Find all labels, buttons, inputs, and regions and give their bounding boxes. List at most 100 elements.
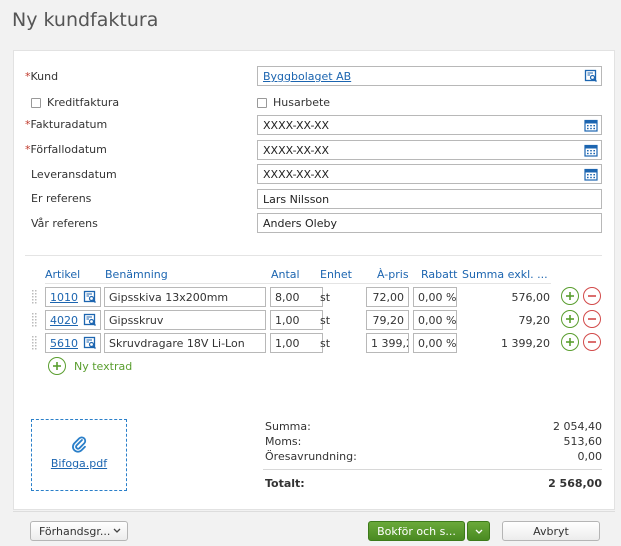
header-quantity[interactable]: Antal <box>271 268 300 281</box>
due-date-field[interactable]: XXXX-XX-XX <box>257 140 602 160</box>
unit-value: st <box>320 314 331 327</box>
customer-field[interactable]: Byggbolaget AB <box>257 66 602 86</box>
lookup-icon[interactable] <box>584 69 598 83</box>
description-field[interactable]: Gipsskruv <box>104 310 266 330</box>
our-reference-field[interactable]: Anders Oleby <box>257 213 602 233</box>
plus-icon <box>566 315 574 323</box>
article-field[interactable]: 1010 <box>45 287 101 307</box>
plus-icon <box>566 292 574 300</box>
quantity-field[interactable]: 1,00 <box>270 333 323 353</box>
article-field[interactable]: 4020 <box>45 310 101 330</box>
lookup-icon[interactable] <box>83 336 97 350</box>
add-text-row-label[interactable]: Ny textrad <box>74 360 132 373</box>
remove-row-button[interactable] <box>583 310 601 328</box>
your-reference-field[interactable]: Lars Nilsson <box>257 189 602 209</box>
article-link[interactable]: 1010 <box>50 291 78 304</box>
footer-bar: Förhandsgr... Bokför och s... Avbryt <box>13 511 615 546</box>
credit-invoice-label: Kreditfaktura <box>47 96 120 109</box>
remove-row-button[interactable] <box>583 287 601 305</box>
our-reference-value: Anders Oleby <box>263 217 337 230</box>
discount-field[interactable]: 0,00 % <box>413 287 457 307</box>
delivery-date-label: Leveransdatum <box>31 168 117 181</box>
invoice-date-label-text: Fakturadatum <box>30 118 108 131</box>
lookup-icon[interactable] <box>83 290 97 304</box>
your-reference-label: Er referens <box>31 192 92 205</box>
due-date-label: *Förfallodatum <box>25 143 107 156</box>
book-options-button[interactable] <box>467 521 490 541</box>
drag-handle-icon[interactable] <box>32 290 37 304</box>
header-unit[interactable]: Enhet <box>320 268 352 281</box>
paperclip-icon <box>72 436 87 453</box>
preview-button-label: Förhandsgr... <box>39 525 111 538</box>
customer-link[interactable]: Byggbolaget AB <box>263 70 351 83</box>
article-link[interactable]: 5610 <box>50 337 78 350</box>
article-field[interactable]: 5610 <box>45 333 101 353</box>
row-total: 1 399,20 <box>501 337 550 350</box>
divider <box>25 255 602 256</box>
row-total: 576,00 <box>511 291 551 304</box>
rounding-label: Öresavrundning: <box>265 450 357 463</box>
unit-price-field[interactable]: 1 399,2 <box>366 333 409 353</box>
chevron-down-icon <box>113 528 121 533</box>
your-reference-value: Lars Nilsson <box>263 193 330 206</box>
delivery-date-value: XXXX-XX-XX <box>263 168 330 181</box>
calendar-icon[interactable] <box>584 118 598 132</box>
unit-price-field[interactable]: 72,00 <box>366 287 409 307</box>
minus-icon <box>588 341 596 343</box>
total-label: Totalt: <box>265 477 305 490</box>
due-date-value: XXXX-XX-XX <box>263 144 330 157</box>
article-link[interactable]: 4020 <box>50 314 78 327</box>
remove-row-button[interactable] <box>583 333 601 351</box>
total-value: 2 568,00 <box>548 477 602 490</box>
calendar-icon[interactable] <box>584 167 598 181</box>
plus-icon <box>566 338 574 346</box>
delivery-date-field[interactable]: XXXX-XX-XX <box>257 164 602 184</box>
discount-field[interactable]: 0,00 % <box>413 333 457 353</box>
sum-label: Summa: <box>265 420 311 433</box>
header-total[interactable]: Summa exkl. ... <box>462 268 548 281</box>
rounding-value: 0,00 <box>577 450 603 463</box>
customer-label: *Kund <box>25 70 58 83</box>
header-divider <box>45 283 551 284</box>
add-row-button[interactable] <box>561 287 579 305</box>
quantity-field[interactable]: 8,00 <box>270 287 323 307</box>
book-and-send-button[interactable]: Bokför och s... <box>368 521 465 541</box>
vat-value: 513,60 <box>563 435 603 448</box>
summary-divider <box>263 469 602 470</box>
header-description[interactable]: Benämning <box>105 268 168 281</box>
unit-value: st <box>320 337 331 350</box>
minus-icon <box>588 318 596 320</box>
description-field[interactable]: Gipsskiva 13x200mm <box>104 287 266 307</box>
chevron-down-icon <box>475 529 483 534</box>
drag-handle-icon[interactable] <box>32 336 37 350</box>
description-field[interactable]: Skruvdragare 18V Li-Lon <box>104 333 266 353</box>
drag-handle-icon[interactable] <box>32 313 37 327</box>
vat-label: Moms: <box>265 435 302 448</box>
add-text-row-button[interactable] <box>48 357 66 375</box>
invoice-date-field[interactable]: XXXX-XX-XX <box>257 115 602 135</box>
sum-value: 2 054,40 <box>553 420 602 433</box>
cancel-button[interactable]: Avbryt <box>502 521 600 541</box>
invoice-date-value: XXXX-XX-XX <box>263 119 330 132</box>
credit-invoice-checkbox[interactable] <box>31 98 41 108</box>
quantity-field[interactable]: 1,00 <box>270 310 323 330</box>
add-row-button[interactable] <box>561 333 579 351</box>
rot-work-label: Husarbete <box>273 96 331 109</box>
plus-icon <box>53 362 61 370</box>
row-total: 79,20 <box>518 314 551 327</box>
discount-field[interactable]: 0,00 % <box>413 310 457 330</box>
preview-button[interactable]: Förhandsgr... <box>30 521 128 541</box>
header-article[interactable]: Artikel <box>45 268 80 281</box>
minus-icon <box>588 295 596 297</box>
calendar-icon[interactable] <box>584 143 598 157</box>
our-reference-label: Vår referens <box>31 217 98 230</box>
add-row-button[interactable] <box>561 310 579 328</box>
lookup-icon[interactable] <box>83 313 97 327</box>
header-discount[interactable]: Rabatt <box>421 268 458 281</box>
rot-work-checkbox[interactable] <box>257 98 267 108</box>
attachment-dropzone[interactable]: Bifoga.pdf <box>31 419 127 491</box>
customer-label-text: Kund <box>30 70 59 83</box>
attachment-link[interactable]: Bifoga.pdf <box>32 457 126 470</box>
header-unit-price[interactable]: À-pris <box>377 268 409 281</box>
unit-price-field[interactable]: 79,20 <box>366 310 409 330</box>
